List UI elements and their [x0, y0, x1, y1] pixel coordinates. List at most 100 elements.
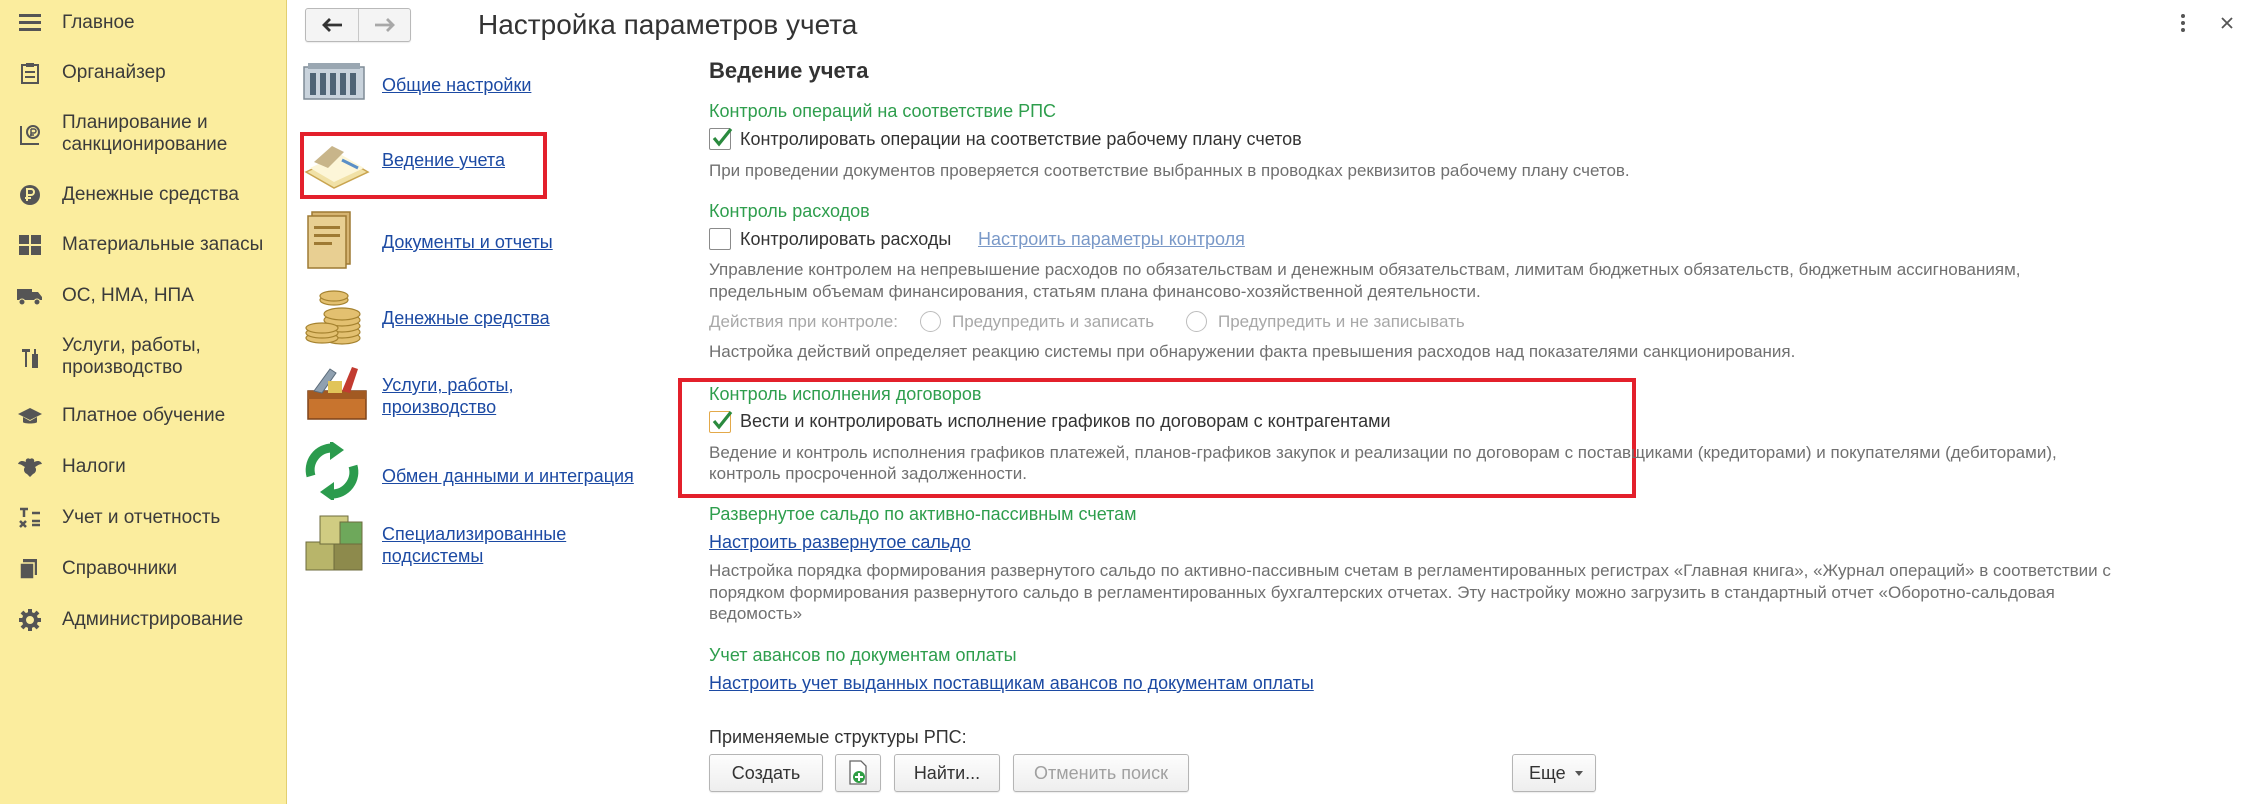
- section-link[interactable]: производство: [382, 397, 496, 418]
- sidebar-item-directories[interactable]: Справочники: [0, 554, 285, 584]
- radio-warn-and-save[interactable]: [920, 311, 941, 332]
- document-folder-icon: [307, 211, 351, 269]
- exchange-arrows-icon: [305, 442, 359, 500]
- books-icon: [17, 556, 43, 582]
- configure-advances-link[interactable]: Настроить учет выданных поставщикам аван…: [709, 673, 1314, 694]
- add-document-icon: [849, 760, 867, 785]
- group-advances: Учет авансов по документам оплаты: [709, 645, 1017, 665]
- sidebar-item-label: Платное обучение: [62, 405, 226, 426]
- checkbox-label: Вести и контролировать исполнение график…: [740, 411, 1391, 431]
- sidebar-item-accounting[interactable]: Учет и отчетность: [0, 503, 285, 533]
- find-button[interactable]: Найти...: [894, 754, 1000, 792]
- main-section-title: Ведение учета: [709, 58, 869, 83]
- sidebar: Главное Органайзер Планирование и санкци…: [0, 0, 287, 804]
- create-button[interactable]: Создать: [709, 754, 823, 792]
- checkbox-label: Контролировать расходы: [740, 229, 952, 249]
- section-link[interactable]: Специализированные: [382, 524, 566, 545]
- group-expanded-balance: Развернутое сальдо по активно-пассивным …: [709, 504, 1137, 524]
- checkbox-expense-control[interactable]: [709, 228, 731, 250]
- hint-text: порядком формирования развернутого сальд…: [709, 583, 2055, 602]
- group-expense-control: Контроль расходов: [709, 201, 870, 221]
- graduation-cap-icon: [17, 403, 43, 429]
- sidebar-item-label: Материальные запасы: [62, 234, 264, 255]
- more-button-label: Еще: [1529, 762, 1566, 783]
- hint-text: ведомость»: [709, 604, 803, 623]
- eagle-emblem-icon: [17, 454, 43, 480]
- checkbox-rps-control[interactable]: [709, 128, 733, 150]
- planning-icon: [17, 122, 43, 148]
- hint-text: Управление контролем на непревышение рас…: [709, 260, 2021, 279]
- gear-icon: [17, 607, 43, 633]
- chevron-down-icon: [1575, 771, 1583, 776]
- sidebar-item-organizer[interactable]: Органайзер: [0, 58, 285, 88]
- checkmark-icon: [712, 128, 733, 147]
- radio-warn-and-not-save[interactable]: [1186, 311, 1207, 332]
- building-icon: [303, 63, 365, 100]
- cancel-search-button[interactable]: Отменить поиск: [1013, 754, 1189, 792]
- accounting-icon: [17, 505, 43, 531]
- truck-icon: [17, 283, 43, 309]
- sidebar-item-paid-education[interactable]: Платное обучение: [0, 401, 285, 431]
- section-link[interactable]: подсистемы: [382, 546, 483, 567]
- close-icon[interactable]: [2215, 10, 2239, 36]
- sidebar-item-label: Услуги, работы,: [62, 335, 201, 356]
- section-link[interactable]: Услуги, работы,: [382, 375, 513, 396]
- toolbox-icon: [307, 367, 367, 420]
- forward-button[interactable]: [358, 9, 410, 41]
- sidebar-item-label: Учет и отчетность: [62, 507, 221, 528]
- configure-balance-link[interactable]: Настроить развернутое сальдо: [709, 532, 971, 553]
- back-button[interactable]: [306, 9, 358, 41]
- sidebar-item-administration[interactable]: Администрирование: [0, 605, 285, 635]
- highlight-accounting-link: [300, 132, 547, 199]
- sidebar-item-label: Администрирование: [62, 609, 244, 630]
- clipboard-icon: [17, 60, 43, 86]
- section-link[interactable]: Общие настройки: [382, 75, 531, 96]
- sidebar-item-label: Налоги: [62, 456, 126, 477]
- checkmark-icon: [712, 411, 733, 430]
- sidebar-item-label: Справочники: [62, 558, 178, 579]
- radio-label: Предупредить и не записывать: [1218, 312, 1465, 331]
- sidebar-item-taxes[interactable]: Налоги: [0, 452, 285, 482]
- hint-text: Настройка действий определяет реакцию си…: [709, 342, 1796, 361]
- group-rps-control: Контроль операций на соответствие РПС: [709, 101, 1057, 121]
- sidebar-item-services[interactable]: Услуги, работы, производство: [0, 333, 285, 381]
- back-arrow-icon: [322, 18, 342, 32]
- forward-arrow-icon: [374, 18, 395, 32]
- hint-text: При проведении документов проверяется со…: [709, 161, 1630, 180]
- more-actions-icon[interactable]: [2171, 10, 2195, 36]
- section-link[interactable]: Денежные средства: [382, 308, 550, 329]
- sidebar-item-label: производство: [62, 357, 183, 378]
- group-contracts-control: Контроль исполнения договоров: [709, 384, 982, 404]
- section-link[interactable]: Обмен данными и интеграция: [382, 466, 634, 487]
- sidebar-item-fixed-assets[interactable]: ОС, НМА, НПА: [0, 281, 285, 311]
- sidebar-item-label: Главное: [62, 12, 135, 33]
- sidebar-item-inventory[interactable]: Материальные запасы: [0, 230, 285, 260]
- sidebar-item-label: Органайзер: [62, 62, 166, 83]
- menu-icon: [17, 10, 43, 36]
- navigation-buttons: [305, 8, 411, 42]
- cubes-icon: [305, 515, 363, 571]
- structures-label: Применяемые структуры РПС:: [709, 727, 967, 747]
- sidebar-item-money[interactable]: Денежные средства: [0, 180, 285, 210]
- sidebar-item-main[interactable]: Главное: [0, 8, 285, 38]
- grid-icon: [17, 232, 43, 258]
- checkbox-contracts-control[interactable]: [709, 411, 733, 433]
- section-link[interactable]: Документы и отчеты: [382, 232, 553, 253]
- hint-text: контроль просроченной задолженности.: [709, 464, 1027, 483]
- hint-text: Ведение и контроль исполнения графиков п…: [709, 443, 2057, 462]
- actions-label: Действия при контроле:: [709, 312, 898, 331]
- sidebar-item-label: Денежные средства: [62, 184, 239, 205]
- configure-control-link[interactable]: Настроить параметры контроля: [978, 229, 1245, 250]
- tools-icon: [17, 345, 43, 371]
- copy-button[interactable]: [835, 754, 881, 792]
- more-button[interactable]: Еще: [1512, 754, 1596, 792]
- sidebar-item-planning[interactable]: Планирование и санкционирование: [0, 110, 285, 158]
- ruble-coin-icon: [17, 182, 43, 208]
- sidebar-item-label: санкционирование: [62, 134, 228, 155]
- coins-stack-icon: [305, 290, 361, 345]
- page-title: Настройка параметров учета: [478, 9, 858, 40]
- hint-text: предельным объемам финансирования, стать…: [709, 282, 1481, 301]
- radio-label: Предупредить и записать: [952, 312, 1155, 331]
- hint-text: Настройка порядка формирования развернут…: [709, 561, 2111, 580]
- sidebar-item-label: Планирование и: [62, 112, 208, 133]
